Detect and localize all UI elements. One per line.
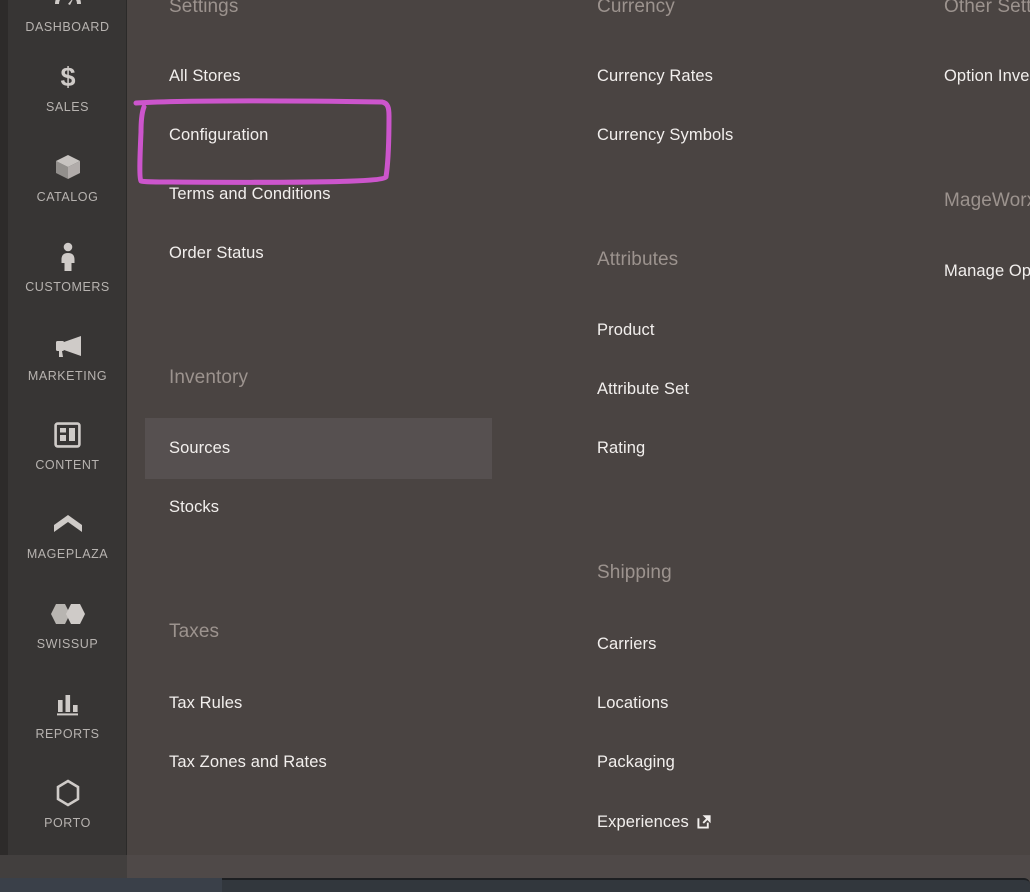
menu-group-title: Attributes bbox=[597, 249, 679, 270]
sidebar-item-label: DASHBOARD bbox=[25, 20, 110, 34]
layout-icon bbox=[48, 418, 88, 452]
sidebar-item-marketing[interactable]: MARKETING bbox=[8, 329, 127, 383]
hexagons-icon bbox=[48, 597, 88, 631]
sidebar-item-label: CONTENT bbox=[35, 458, 100, 472]
menu-column-two: Currency Currency Rates Currency Symbols At… bbox=[556, 0, 944, 855]
menu-link-tax-rules[interactable]: Tax Rules bbox=[169, 694, 242, 713]
menu-link-locations[interactable]: Locations bbox=[597, 694, 669, 713]
sidebar-item-label: CATALOG bbox=[36, 190, 99, 204]
menu-group-title: Other Settings bbox=[944, 0, 1030, 17]
sidebar-item-catalog[interactable]: CATALOG bbox=[8, 150, 127, 204]
dollar-icon: $ bbox=[48, 60, 88, 94]
menu-link-manage-options[interactable]: Manage Options bbox=[944, 262, 1030, 281]
megaphone-icon bbox=[48, 329, 88, 363]
hexagon-icon bbox=[48, 776, 88, 810]
sidebar-item-swissup[interactable]: SWISSUP bbox=[8, 597, 127, 651]
menu-link-attribute-set[interactable]: Attribute Set bbox=[597, 380, 689, 399]
menu-group-title: Shipping bbox=[597, 562, 672, 583]
menu-link-option-inventory[interactable]: Option Inventory bbox=[944, 67, 1030, 86]
sidebar-item-porto[interactable]: PORTO bbox=[8, 776, 127, 830]
sidebar-item-label: SWISSUP bbox=[36, 637, 99, 651]
menu-group-title: Settings bbox=[169, 0, 239, 17]
sidebar-item-label: SALES bbox=[45, 100, 90, 114]
browser-window-bottom-bar-left bbox=[0, 878, 222, 892]
bar-chart-icon bbox=[48, 687, 88, 721]
menu-group-title: Inventory bbox=[169, 367, 249, 388]
menu-link-carriers[interactable]: Carriers bbox=[597, 635, 656, 654]
menu-link-all-stores[interactable]: All Stores bbox=[169, 67, 241, 86]
person-icon bbox=[48, 240, 88, 274]
menu-link-terms-and-conditions[interactable]: Terms and Conditions bbox=[169, 185, 331, 204]
menu-column-one: Settings All Stores Configuration Terms and… bbox=[128, 0, 538, 855]
sidebar-item-label: MAGEPLAZA bbox=[26, 547, 109, 561]
menu-link-experiences[interactable]: Experiences bbox=[597, 813, 689, 832]
admin-sidebar: DASHBOARD $ SALES CATALOG CUSTOMERS MARKETING… bbox=[0, 0, 127, 855]
sidebar-item-customers[interactable]: CUSTOMERS bbox=[8, 240, 127, 294]
settings-mega-menu: Settings All Stores Configuration Terms and… bbox=[128, 0, 1030, 855]
svg-text:$: $ bbox=[60, 62, 75, 92]
sidebar-item-content[interactable]: CONTENT bbox=[8, 418, 127, 472]
menu-link-sources[interactable]: Sources bbox=[169, 439, 230, 458]
menu-link-rating[interactable]: Rating bbox=[597, 439, 645, 458]
menu-link-stocks[interactable]: Stocks bbox=[169, 498, 219, 517]
menu-group-title: Currency bbox=[597, 0, 675, 17]
menu-column-three: Other Settings Option Inventory MageWorx Ma… bbox=[944, 0, 1030, 855]
menu-group-title: MageWorx bbox=[944, 190, 1030, 211]
menu-link-order-status[interactable]: Order Status bbox=[169, 244, 264, 263]
sidebar-rail bbox=[0, 0, 8, 855]
external-link-icon[interactable] bbox=[697, 814, 712, 829]
box-icon bbox=[48, 150, 88, 184]
magento-admin-screen: DASHBOARD $ SALES CATALOG CUSTOMERS MARKETING… bbox=[0, 0, 1030, 892]
dashboard-icon bbox=[48, 0, 88, 14]
menu-link-currency-symbols[interactable]: Currency Symbols bbox=[597, 126, 733, 145]
chevron-up-icon bbox=[48, 507, 88, 541]
sidebar-item-label: MARKETING bbox=[27, 369, 108, 383]
sidebar-item-mageplaza[interactable]: MAGEPLAZA bbox=[8, 507, 127, 561]
menu-link-tax-zones-and-rates[interactable]: Tax Zones and Rates bbox=[169, 753, 327, 772]
menu-link-packaging[interactable]: Packaging bbox=[597, 753, 675, 772]
sidebar-item-label: CUSTOMERS bbox=[25, 280, 110, 294]
sidebar-item-label: PORTO bbox=[44, 816, 91, 830]
menu-group-title: Taxes bbox=[169, 621, 220, 642]
sidebar-item-dashboard[interactable]: DASHBOARD bbox=[8, 0, 127, 34]
menu-link-currency-rates[interactable]: Currency Rates bbox=[597, 67, 713, 86]
sidebar-item-label: REPORTS bbox=[35, 727, 100, 741]
menu-link-product[interactable]: Product bbox=[597, 321, 655, 340]
menu-link-configuration[interactable]: Configuration bbox=[169, 126, 268, 145]
sidebar-item-reports[interactable]: REPORTS bbox=[8, 687, 127, 741]
sidebar-item-sales[interactable]: $ SALES bbox=[8, 60, 127, 114]
